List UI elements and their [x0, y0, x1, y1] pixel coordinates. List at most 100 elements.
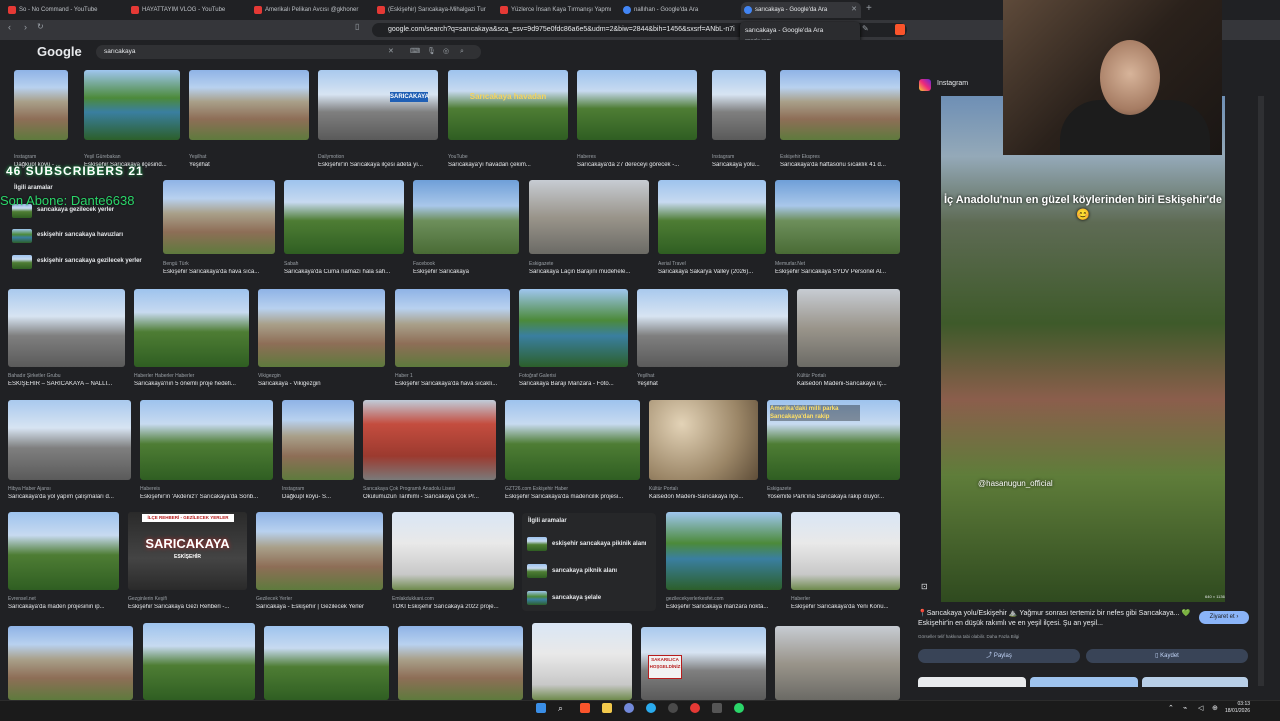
- webcam-person-face: [1100, 40, 1160, 115]
- app-icon[interactable]: [668, 703, 678, 713]
- system-clock[interactable]: 03:13 18/01/2026: [1225, 701, 1250, 715]
- image-result[interactable]: Facebook Eskişehir Sarıcakaya: [413, 180, 519, 280]
- related-thumbnail: [527, 564, 547, 578]
- tab-youtube-4[interactable]: (Eskişehir) Sarıcakaya-Mihalgazi Tur: [374, 2, 492, 18]
- share-button[interactable]: ⤴ Paylaş: [918, 649, 1080, 663]
- tab-youtube-5[interactable]: Yüzlerce İnsan Kaya Tırmanışı Yapmı: [497, 2, 615, 18]
- image-result[interactable]: Aerial Travel Sarıcakaya Sakarya Valley …: [658, 180, 766, 280]
- preview-source[interactable]: Instagram: [937, 80, 968, 87]
- image-result[interactable]: Sabah Sarıcakaya'da Cuma namazı hala sah…: [284, 180, 404, 280]
- brave-icon[interactable]: [580, 703, 590, 713]
- clear-icon[interactable]: ✕: [388, 45, 394, 59]
- lens-icon[interactable]: ⊡: [921, 582, 928, 591]
- related-search-item[interactable]: sarıcakaya piknik alanı: [552, 568, 617, 574]
- preview-caption[interactable]: 📍Sarıcakaya yolu/Eskişehir ⛰️ Yağmur son…: [918, 609, 1208, 629]
- windows-start-icon[interactable]: [536, 703, 546, 713]
- image-result[interactable]: Bahadır Şirketler Grubu ESKİŞEHİR – SARI…: [8, 289, 125, 389]
- image-result[interactable]: Sarıcakaya Çok Programlı Anadolu Lisesi …: [363, 400, 496, 502]
- image-result[interactable]: Fotoğraf Galerisi Sarıcakaya Barajı Manz…: [519, 289, 628, 389]
- result-source: Eskişehir Ekspres: [780, 154, 820, 160]
- related-image-thumb[interactable]: [1030, 677, 1138, 687]
- image-result[interactable]: [775, 626, 900, 700]
- close-icon[interactable]: ✕: [851, 2, 857, 18]
- related-search-item[interactable]: eskişehir sarıcakaya havuzları: [37, 232, 123, 238]
- extensions-icon[interactable]: ✎: [862, 24, 869, 33]
- image-result[interactable]: Eskişehir Ekspres Sarıcakaya'da haftason…: [780, 70, 900, 168]
- scrollbar[interactable]: [1258, 96, 1264, 686]
- image-result[interactable]: Amerika'daki milli parka Sarıcakaya'dan …: [767, 400, 900, 502]
- image-result[interactable]: Sarıcakaya havadan YouTube Sarıcakaya'yı…: [448, 70, 568, 168]
- related-image-thumb[interactable]: [1142, 677, 1248, 687]
- chevron-up-icon[interactable]: ⌃: [1168, 704, 1174, 712]
- visit-button[interactable]: Ziyaret et ›: [1199, 611, 1249, 624]
- image-result[interactable]: Haberler Haberler Haberler Sarıcakaya'nı…: [134, 289, 249, 389]
- image-result[interactable]: Kültür Portalı Kalsedon Madeni-Sarıcakay…: [649, 400, 758, 502]
- search-icon[interactable]: ⌕: [558, 703, 568, 713]
- keyboard-icon[interactable]: ⌨: [410, 45, 420, 59]
- image-result[interactable]: Eskigazete Sarıcakaya Laçin Barajını müd…: [529, 180, 649, 280]
- image-result[interactable]: GZT26.com Eskişehir Haber Eskişehir Sarı…: [505, 400, 640, 502]
- image-result[interactable]: Memurlar.Net Eskişehir Sarıcakaya SYDV P…: [775, 180, 900, 280]
- image-result[interactable]: Yeşilhat Yeşilhat: [189, 70, 309, 168]
- mic-icon[interactable]: 🎙: [427, 45, 436, 59]
- tab-youtube-1[interactable]: So - No Command - YouTube: [5, 2, 123, 18]
- image-result[interactable]: İLÇE REHBERİ - GEZİLECEK YERLER SARICAKA…: [128, 512, 247, 612]
- image-result[interactable]: Haber 1 Eskişehir Sarıcakaya'da hava sıc…: [395, 289, 510, 389]
- search-icon[interactable]: ⌕: [460, 45, 464, 59]
- image-result[interactable]: [8, 626, 133, 700]
- network-icon[interactable]: ⌁: [1183, 704, 1187, 712]
- volume-icon[interactable]: ◁: [1198, 704, 1203, 712]
- image-result[interactable]: Instagram Dağkupl koyü - ...: [14, 70, 68, 168]
- related-search-item[interactable]: eskişehir sarıcakaya pikinik alanı: [552, 541, 646, 547]
- forward-icon[interactable]: ›: [24, 22, 27, 32]
- search-input[interactable]: sarıcakaya ✕ ⌨ 🎙 ◎ ⌕: [96, 45, 481, 59]
- image-thumbnail: [282, 400, 354, 480]
- image-result[interactable]: Bengü Türk Eskişehir Sarıcakaya'da hava …: [163, 180, 275, 280]
- related-search-item[interactable]: sarıcakaya şelale: [552, 595, 601, 601]
- tab-google-nallihan[interactable]: nallıhan - Google'da Ara: [620, 2, 738, 18]
- reload-icon[interactable]: ↻: [37, 22, 44, 31]
- related-image-thumb[interactable]: [918, 677, 1026, 687]
- google-logo[interactable]: Google: [37, 44, 82, 59]
- image-result[interactable]: SARICAKAYA Dailymotion Eskişehir'in Sarı…: [318, 70, 438, 168]
- lens-icon[interactable]: ◎: [443, 45, 449, 59]
- tab-youtube-3[interactable]: Amerikalı Pelikan Avcısı @gkhoner: [251, 2, 369, 18]
- whatsapp-icon[interactable]: [734, 703, 744, 713]
- language-icon[interactable]: ⊕: [1212, 704, 1218, 712]
- new-tab-button[interactable]: +: [866, 3, 872, 14]
- image-result[interactable]: [398, 626, 523, 700]
- result-caption: Okulumuzun Tarihimi - Sarıcakaya Çok Pr.…: [363, 494, 479, 500]
- image-result[interactable]: Kültür Portalı Kalsedon Madeni-Sarıcakay…: [797, 289, 900, 389]
- image-result[interactable]: [143, 623, 255, 700]
- image-result[interactable]: Emlakdukkani.com TOKİ Eskişehir Sarıcaka…: [392, 512, 514, 612]
- discord-icon[interactable]: [624, 703, 634, 713]
- bookmark-icon[interactable]: ▯: [355, 22, 359, 31]
- brave-shield-icon[interactable]: [895, 24, 905, 35]
- image-result[interactable]: gezilecekyerlerkesfet.com Eskişehir Sarı…: [666, 512, 782, 612]
- tab-google-saricakaya[interactable]: sarıcakaya - Google'da Ara ✕: [741, 2, 861, 18]
- image-result[interactable]: Haberes Sarıcakaya'da 27 dereceyi görece…: [577, 70, 697, 168]
- image-result[interactable]: Evrensel.net Sarıcakaya'da maden projesi…: [8, 512, 119, 612]
- image-result[interactable]: Habereis Eskişehir'in 'Akdeniz'i' Sarıca…: [140, 400, 273, 502]
- image-result[interactable]: SAKARILICA HOŞGELDİNİZ: [641, 627, 766, 700]
- image-result[interactable]: Yeşil Gürebakan Eskişehir Sarıcakaya ilç…: [84, 70, 180, 168]
- result-source: Habereis: [140, 486, 161, 492]
- related-search-item[interactable]: eskişehir sarıcakaya gezilecek yerler: [37, 258, 142, 264]
- image-result[interactable]: Gezilecek Yerler Sarıcakaya - Eskişehir …: [256, 512, 383, 612]
- image-result[interactable]: Vikigezgin Sarıcakaya - Vikigezgin: [258, 289, 385, 389]
- tab-youtube-2[interactable]: HAYATTAYIM VLOG - YouTube: [128, 2, 246, 18]
- app-icon[interactable]: [712, 703, 722, 713]
- telegram-icon[interactable]: [646, 703, 656, 713]
- file-explorer-icon[interactable]: [602, 703, 612, 713]
- opera-icon[interactable]: [690, 703, 700, 713]
- image-result[interactable]: Instagram Sarıcakaya yolu...: [712, 70, 766, 168]
- save-button[interactable]: ▯ Kaydet: [1086, 649, 1248, 663]
- image-result[interactable]: Hibya Haber Ajansı Sarıcakaya'da yol yap…: [8, 400, 131, 502]
- preview-image[interactable]: İç Anadolu'nun en güzel köylerinden biri…: [941, 96, 1225, 602]
- image-result[interactable]: Yeşilhat Yeşilhat: [637, 289, 788, 389]
- image-result[interactable]: [532, 623, 632, 700]
- image-result[interactable]: Haberler Eskişehir Sarıcakaya'da Yeni Ko…: [791, 512, 900, 612]
- image-result[interactable]: Instagram Dağkupl köyü- S...: [282, 400, 354, 502]
- back-icon[interactable]: ‹: [8, 22, 11, 32]
- image-result[interactable]: [264, 626, 389, 700]
